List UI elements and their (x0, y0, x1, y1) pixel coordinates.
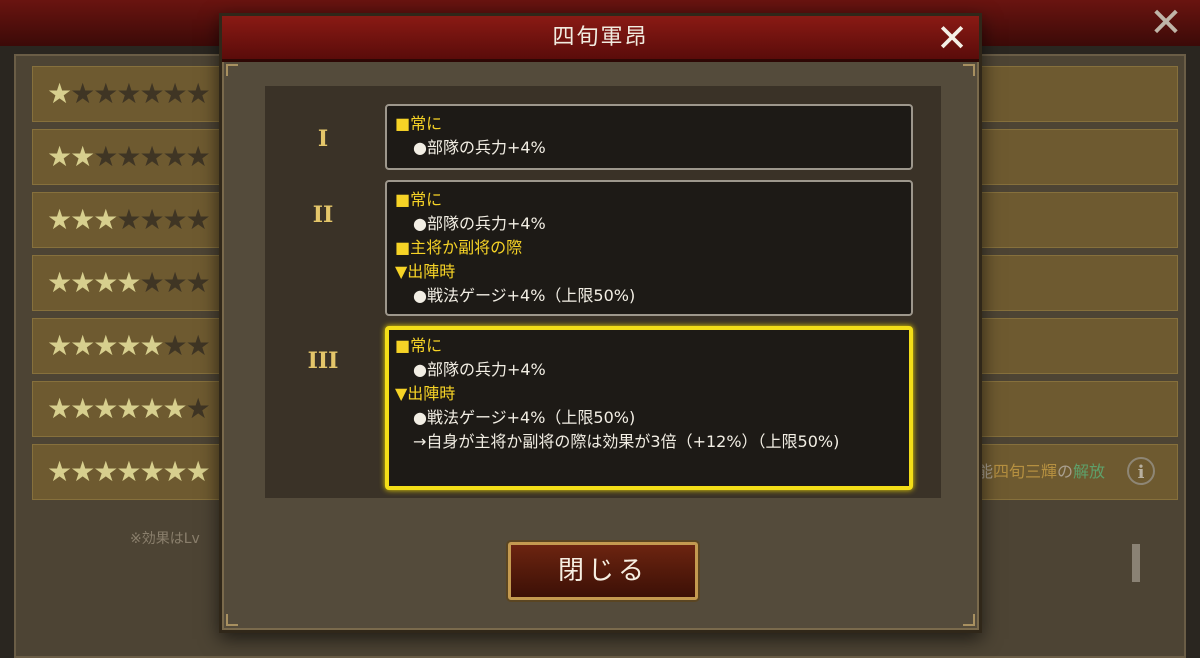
star-icon: ★ (47, 392, 72, 425)
effect-line-sub: ▼出陣時 (395, 384, 456, 403)
star-icon: ★ (116, 392, 141, 425)
star-icon: ★ (70, 455, 95, 488)
star-icon: ★ (70, 77, 95, 110)
tier-numeral: I (317, 126, 329, 152)
star-icon: ★ (162, 455, 188, 488)
star-icon: ★ (70, 266, 95, 299)
star-icon: ★ (93, 140, 118, 173)
star-icon: ★ (70, 203, 95, 236)
star-rating-icon: ★★★★★★★ (47, 455, 211, 489)
star-icon: ★ (162, 203, 188, 236)
effect-line-head: ■主将か副将の際 (395, 238, 523, 257)
star-rating-icon: ★★★★★★★ (47, 203, 211, 237)
effect-line-head: ■常に (395, 336, 443, 355)
close-button[interactable]: 閉じる (508, 542, 698, 600)
star-rating-icon: ★★★★★★★ (47, 392, 211, 426)
skill-name: 四旬三輝 (992, 462, 1057, 481)
effect-line-head: ■常に (395, 114, 443, 133)
star-icon: ★ (139, 329, 164, 362)
star-rating-icon: ★★★★★★★ (47, 77, 211, 111)
effect-line-item: ●部隊の兵力+4% (413, 138, 546, 157)
star-icon: ★ (185, 266, 211, 299)
star-icon: ★ (47, 203, 72, 236)
effect-detail-dialog: 四旬軍昂 ✕ I ■常に ●部隊の兵力+4% II ■常に ●部隊の兵力+4% ■主将… (219, 13, 982, 633)
tier-numeral: II (312, 202, 334, 228)
effect-line-item: ●戦法ゲージ+4%（上限50%) (413, 408, 636, 427)
effect-line-item: ●部隊の兵力+4% (413, 214, 546, 233)
scrollbar[interactable] (1132, 544, 1140, 582)
star-icon: ★ (93, 77, 118, 110)
star-icon: ★ (70, 392, 95, 425)
star-icon: ★ (93, 392, 118, 425)
effect-line-item: ●戦法ゲージ+4%（上限50%) (413, 286, 636, 305)
dialog-title: 四旬軍昂 (552, 25, 649, 50)
star-rating-icon: ★★★★★★★ (47, 329, 211, 363)
star-rating-icon: ★★★★★★★ (47, 140, 211, 174)
star-icon: ★ (116, 203, 141, 236)
corner-ornament (963, 614, 975, 626)
effect-line-item: ●部隊の兵力+4% (413, 360, 546, 379)
corner-ornament (963, 64, 975, 76)
star-icon: ★ (162, 392, 188, 425)
effect-line-wrap: →自身が主将か副将の際は効果が3倍（+12%）（上限50%) (413, 432, 840, 451)
effect-note: ※効果はLv (130, 531, 200, 547)
tier-effect-box: ■常に ●部隊の兵力+4% ■主将か副将の際 ▼出陣時 ●戦法ゲージ+4%（上限50%) (385, 180, 913, 316)
star-icon: ★ (47, 77, 72, 110)
star-icon: ★ (139, 203, 164, 236)
corner-ornament (226, 64, 238, 76)
star-icon: ★ (70, 140, 95, 173)
star-icon: ★ (185, 329, 211, 362)
star-icon: ★ (139, 77, 164, 110)
effect-line-head: ■常に (395, 190, 443, 209)
corner-ornament (226, 614, 238, 626)
star-rating-icon: ★★★★★★★ (47, 266, 211, 300)
star-icon: ★ (162, 140, 188, 173)
tier-effect-box-current: ■常に ●部隊の兵力+4% ▼出陣時 ●戦法ゲージ+4%（上限50%) →自身が主将か副… (385, 326, 913, 490)
star-icon: ★ (93, 203, 118, 236)
star-icon: ★ (47, 140, 72, 173)
star-icon: ★ (47, 266, 72, 299)
background-close-icon[interactable]: ✕ (1146, 3, 1186, 44)
star-icon: ★ (139, 266, 164, 299)
star-icon: ★ (185, 140, 211, 173)
star-icon: ★ (116, 455, 141, 488)
star-icon: ★ (116, 140, 141, 173)
star-icon: ★ (185, 392, 211, 425)
star-icon: ★ (162, 329, 188, 362)
info-icon[interactable]: i (1127, 457, 1155, 485)
dialog-header: 四旬軍昂 ✕ (222, 16, 979, 62)
star-icon: ★ (93, 455, 118, 488)
star-icon: ★ (47, 329, 72, 362)
star-icon: ★ (93, 266, 118, 299)
skill-unlock-label: 解放 (1072, 462, 1105, 481)
tier-effect-box: ■常に ●部隊の兵力+4% (385, 104, 913, 170)
star-icon: ★ (185, 455, 211, 488)
star-icon: ★ (116, 266, 141, 299)
star-icon: ★ (139, 140, 164, 173)
star-icon: ★ (185, 77, 211, 110)
star-icon: ★ (162, 266, 188, 299)
tier-numeral: III (307, 348, 339, 374)
star-icon: ★ (116, 77, 141, 110)
star-icon: ★ (139, 392, 164, 425)
effect-line-sub: ▼出陣時 (395, 262, 456, 281)
skill-particle: の (1056, 462, 1073, 481)
star-icon: ★ (93, 329, 118, 362)
close-icon[interactable]: ✕ (930, 16, 974, 60)
star-icon: ★ (47, 455, 72, 488)
tier-list: I ■常に ●部隊の兵力+4% II ■常に ●部隊の兵力+4% ■主将か副将の際 ▼出… (265, 86, 941, 498)
star-icon: ★ (139, 455, 164, 488)
star-icon: ★ (116, 329, 141, 362)
star-icon: ★ (185, 203, 211, 236)
star-icon: ★ (70, 329, 95, 362)
star-icon: ★ (162, 77, 188, 110)
